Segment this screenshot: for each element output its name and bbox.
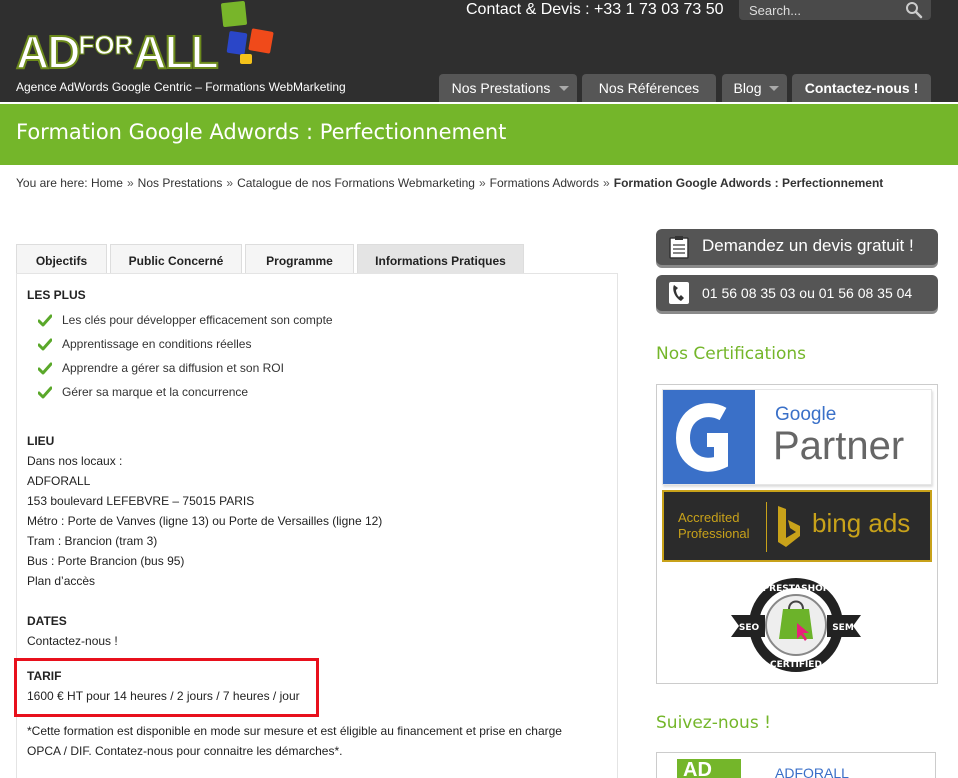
adforall-logo[interactable]: ADFORALL — [14, 0, 276, 78]
tab-programme[interactable]: Programme — [245, 244, 354, 274]
page-title-banner: Formation Google Adwords : Perfectionnem… — [0, 104, 958, 165]
breadcrumb-formations-adwords[interactable]: Formations Adwords — [490, 176, 599, 190]
logo-square-yellow — [240, 54, 252, 64]
lieu-line: ADFORALL — [27, 474, 91, 488]
follow-heading: Suivez-nous ! — [656, 713, 771, 733]
plan-acces-link[interactable]: Plan d’accès — [27, 574, 95, 588]
page-title: Formation Google Adwords : Perfectionnem… — [16, 120, 507, 144]
nav-nos-references[interactable]: Nos Références — [582, 74, 716, 102]
breadcrumb-nos-prestations[interactable]: Nos Prestations — [138, 176, 223, 190]
chevron-down-icon — [559, 86, 569, 91]
google-g-logo — [663, 390, 755, 484]
lieu-line: 153 boulevard LEFEBVRE – 75015 PARIS — [27, 494, 255, 508]
financing-note: OPCA / DIF. Contatez-nous pour connaitre… — [27, 744, 343, 758]
tab-objectifs[interactable]: Objectifs — [16, 244, 107, 274]
bing-ads-brand: bing ads — [812, 508, 911, 538]
contact-phone: Contact & Devis : +33 1 73 03 73 50 — [466, 1, 724, 18]
breadcrumb-separator: » — [226, 176, 234, 190]
breadcrumb-prefix: You are here: — [16, 176, 88, 190]
presta-sem: SEM — [832, 623, 854, 633]
breadcrumb-catalogue[interactable]: Catalogue de nos Formations Webmarketing — [237, 176, 475, 190]
search-input[interactable] — [749, 2, 899, 18]
presta-top: PRESTASHOP — [763, 584, 830, 594]
search-box — [739, 0, 931, 20]
breadcrumb-separator: » — [478, 176, 486, 190]
google-g-icon — [675, 403, 728, 472]
tarif-text: 1600 € HT pour 14 heures / 2 jours / 7 h… — [27, 689, 300, 703]
certifications-box: Google Partner Accredited Professional bi… — [656, 384, 938, 684]
magnifier-icon[interactable] — [905, 1, 923, 19]
breadcrumb-separator: » — [126, 176, 134, 190]
tarif-highlight-box — [14, 658, 319, 717]
presta-seo: SEO — [739, 623, 760, 633]
bing-accredited: Accredited Professional — [678, 510, 750, 542]
breadcrumb-current: Formation Google Adwords : Perfectionnem… — [613, 176, 884, 190]
lieu-line: Bus : Porte Brancion (bus 95) — [27, 554, 185, 568]
checkmark-icon — [38, 386, 52, 399]
list-item-text: Les clés pour développer efficacement so… — [62, 313, 333, 327]
bing-accredited-line2: Professional — [678, 526, 750, 541]
google-partner-badge: Google Partner — [662, 389, 932, 485]
site-tagline: Agence AdWords Google Centric – Formatio… — [16, 80, 346, 94]
logo-all: ALL — [132, 26, 219, 78]
breadcrumb-separator: » — [603, 176, 610, 190]
phone-icon — [669, 282, 689, 304]
phone-button[interactable]: 01 56 08 35 03 ou 01 56 08 35 04 — [656, 275, 938, 311]
tab-public-concerne[interactable]: Public Concerné — [110, 244, 242, 274]
site-header: ADFORALL Agence AdWords Google Centric –… — [0, 0, 958, 102]
tarif-heading: TARIF — [27, 669, 62, 683]
devis-button[interactable]: Demandez un devis gratuit ! — [656, 229, 938, 265]
dates-heading: DATES — [27, 614, 67, 628]
logo-square-green — [220, 0, 248, 28]
presta-bottom: CERTIFIED — [770, 660, 822, 670]
tab-informations-pratiques[interactable]: Informations Pratiques — [357, 244, 524, 274]
les-plus-heading: LES PLUS — [27, 288, 86, 302]
lieu-line: Métro : Porte de Vanves (ligne 13) ou Po… — [27, 514, 383, 528]
checkmark-icon — [38, 362, 52, 375]
bing-accredited-line1: Accredited — [678, 510, 740, 525]
list-item-text: Apprentissage en conditions réelles — [62, 337, 252, 351]
logo-square-orange — [248, 28, 274, 54]
checkmark-icon — [38, 338, 52, 351]
lieu-line: Dans nos locaux : — [27, 454, 123, 468]
nav-contactez-nous[interactable]: Contactez-nous ! — [792, 74, 931, 102]
prestashop-certified-badge: SEO SEM PRESTASHOP CERTIFIED — [731, 578, 861, 672]
bing-logo-icon — [778, 506, 800, 547]
nav-blog[interactable]: Blog — [722, 74, 787, 102]
financing-note: *Cette formation est disponible en mode … — [27, 724, 562, 738]
google-brand: Google — [775, 404, 837, 425]
phone-label: 01 56 08 35 03 ou 01 56 08 35 04 — [702, 285, 913, 301]
lieu-line: Tram : Brancion (tram 3) — [27, 534, 158, 548]
certifications-heading: Nos Certifications — [656, 344, 806, 364]
checkmark-icon — [38, 314, 52, 327]
nav-nos-prestations[interactable]: Nos Prestations — [439, 74, 577, 102]
dates-text: Contactez-nous ! — [27, 634, 118, 648]
follow-widget: AD ADFORALL — [656, 752, 936, 778]
nav-label: Nos Références — [598, 80, 700, 96]
follow-page-name[interactable]: ADFORALL — [775, 765, 849, 778]
list-item-text: Apprendre a gérer sa diffusion et son RO… — [62, 361, 284, 375]
breadcrumb-home[interactable]: Home — [91, 176, 123, 190]
devis-label: Demandez un devis gratuit ! — [702, 236, 914, 255]
google-partner-word: Partner — [773, 424, 905, 468]
clipboard-icon — [669, 236, 689, 259]
nav-label: Contactez-nous ! — [804, 80, 919, 96]
list-item-text: Gérer sa marque et la concurrence — [62, 385, 249, 399]
logo-for: FOR — [78, 30, 134, 61]
nav-label: Blog — [733, 80, 762, 96]
bing-divider — [766, 502, 767, 552]
breadcrumb: You are here: Home» Nos Prestations» Catal… — [16, 176, 883, 190]
follow-logo: AD — [677, 759, 741, 778]
logo-square-blue — [226, 30, 248, 56]
lieu-heading: LIEU — [27, 434, 55, 448]
chevron-down-icon — [769, 86, 779, 91]
bing-ads-badge: Accredited Professional bing ads — [662, 490, 932, 562]
logo-ad: AD — [15, 26, 81, 78]
nav-label: Nos Prestations — [451, 80, 551, 96]
